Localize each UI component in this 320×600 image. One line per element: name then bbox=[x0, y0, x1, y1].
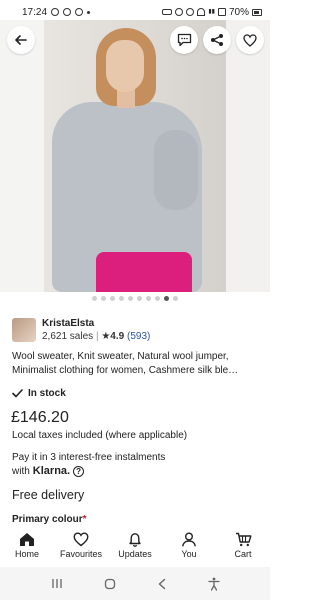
mute-icon bbox=[186, 8, 195, 16]
photo-face bbox=[106, 40, 144, 92]
star-icon: ★ bbox=[101, 331, 111, 342]
product-image[interactable] bbox=[0, 20, 270, 292]
product-title[interactable]: Wool sweater, Knit sweater, Natural wool… bbox=[12, 350, 262, 378]
notification-icon bbox=[51, 8, 60, 16]
nav-favourites[interactable]: Favourites bbox=[54, 532, 108, 559]
pagination-dot[interactable] bbox=[110, 296, 115, 301]
nav-cart[interactable]: Cart bbox=[216, 532, 270, 559]
notification-icon bbox=[63, 8, 72, 16]
photo-arm bbox=[154, 130, 198, 210]
pagination-dot[interactable] bbox=[119, 296, 124, 301]
check-icon bbox=[12, 389, 23, 398]
pagination-dot[interactable] bbox=[137, 296, 142, 301]
back-system-icon[interactable] bbox=[157, 578, 167, 590]
pagination-dot[interactable] bbox=[92, 296, 97, 301]
seller-info[interactable]: KristaElsta 2,621 sales | ★4.9 (593) bbox=[12, 318, 262, 344]
arrow-left-icon bbox=[15, 35, 27, 45]
nav-you[interactable]: You bbox=[162, 532, 216, 559]
nav-cart-label: Cart bbox=[234, 549, 252, 559]
product-photo bbox=[44, 20, 226, 292]
nav-home[interactable]: Home bbox=[0, 532, 54, 559]
seller-rating: 4.9 bbox=[110, 331, 125, 342]
seller-name[interactable]: KristaElsta bbox=[42, 318, 94, 329]
favourite-button[interactable] bbox=[236, 26, 264, 54]
recent-apps-icon[interactable] bbox=[51, 578, 63, 589]
system-navigation-bar bbox=[0, 567, 270, 600]
pagination-dot[interactable] bbox=[173, 296, 178, 301]
network-type-icon: ▮▮ bbox=[208, 9, 215, 15]
battery-percent: 70% bbox=[228, 6, 249, 18]
status-right: ▮▮ 70% bbox=[162, 7, 262, 18]
primary-colour-label: Primary colour* bbox=[12, 514, 87, 525]
alarm-icon bbox=[175, 8, 184, 16]
klarna-logo: Klarna. bbox=[32, 465, 71, 477]
signal-icon bbox=[217, 8, 226, 16]
nav-updates-label: Updates bbox=[118, 549, 152, 559]
image-edge-right bbox=[226, 20, 270, 292]
nav-updates[interactable]: Updates bbox=[108, 532, 162, 559]
share-button[interactable] bbox=[203, 26, 231, 54]
delivery-heading: Free delivery bbox=[12, 488, 85, 502]
nav-home-label: Home bbox=[14, 549, 39, 559]
message-seller-button[interactable] bbox=[170, 26, 198, 54]
stock-status: In stock bbox=[12, 388, 66, 399]
seller-meta: 2,621 sales | ★4.9 (593) bbox=[42, 331, 150, 342]
primary-colour-text: Primary colour bbox=[12, 514, 83, 525]
seller-avatar[interactable] bbox=[12, 318, 36, 342]
share-icon bbox=[211, 34, 223, 46]
klarna-with: with bbox=[12, 465, 30, 477]
image-pagination[interactable] bbox=[0, 296, 270, 301]
home-icon bbox=[20, 533, 34, 546]
more-notifications-icon bbox=[87, 10, 91, 14]
wifi-icon bbox=[197, 8, 206, 16]
info-icon[interactable]: ? bbox=[73, 465, 85, 477]
notification-icon bbox=[75, 8, 84, 16]
status-time: 17:24 bbox=[22, 6, 48, 18]
price: £146.20 bbox=[11, 409, 69, 426]
klarna-row: with Klarna. ? bbox=[12, 465, 85, 477]
photo-pants bbox=[96, 252, 192, 292]
battery-icon bbox=[252, 8, 262, 16]
pagination-dot[interactable] bbox=[101, 296, 106, 301]
cart-icon bbox=[235, 532, 251, 547]
seller-sales: 2,621 sales bbox=[42, 331, 94, 342]
required-marker: * bbox=[82, 514, 87, 525]
status-left: 17:24 bbox=[22, 6, 91, 18]
nav-you-label: You bbox=[181, 549, 197, 559]
pagination-dot[interactable] bbox=[155, 296, 160, 301]
heart-icon bbox=[73, 532, 89, 547]
pagination-dot[interactable] bbox=[164, 296, 169, 301]
klarna-text: Pay it in 3 interest-free instalments bbox=[12, 452, 166, 463]
pagination-dot[interactable] bbox=[146, 296, 151, 301]
stock-label: In stock bbox=[28, 388, 66, 399]
bottom-navigation: Home Favourites Updates You Cart bbox=[0, 527, 270, 567]
bell-icon bbox=[129, 533, 141, 547]
heart-icon bbox=[243, 33, 257, 47]
back-button[interactable] bbox=[7, 26, 35, 54]
pagination-dot[interactable] bbox=[128, 296, 133, 301]
nav-favourites-label: Favourites bbox=[59, 549, 103, 559]
chat-icon bbox=[177, 33, 191, 47]
link-icon bbox=[162, 9, 173, 15]
accessibility-icon[interactable] bbox=[207, 577, 220, 591]
review-count-link[interactable]: (593) bbox=[127, 331, 150, 342]
person-icon bbox=[182, 532, 196, 547]
image-edge-left bbox=[0, 20, 44, 292]
home-system-icon[interactable] bbox=[104, 578, 116, 590]
tax-note: Local taxes included (where applicable) bbox=[12, 430, 188, 441]
